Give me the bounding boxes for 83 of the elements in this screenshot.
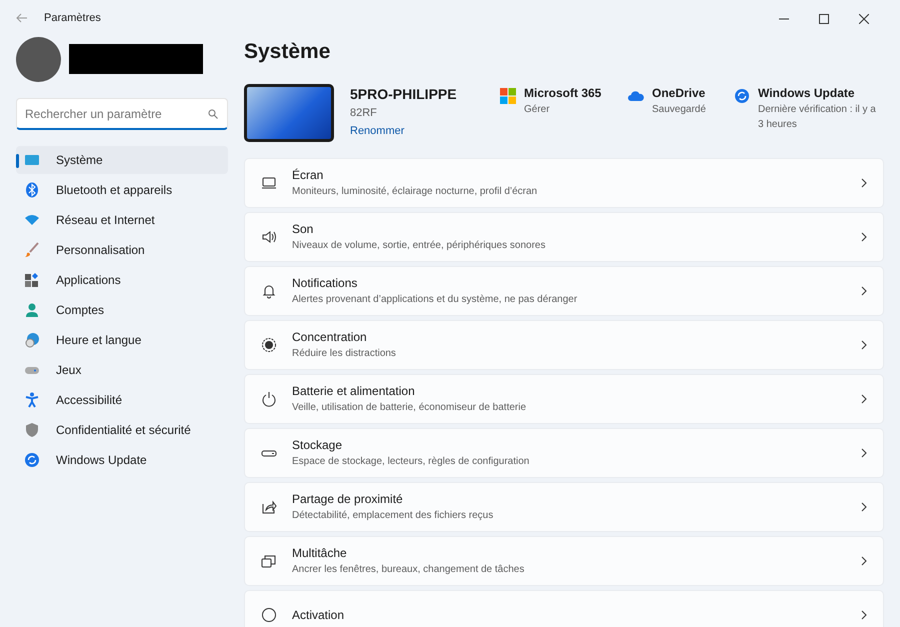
chevron-right-icon [861, 232, 867, 242]
quick-link-status: Sauvegardé [652, 102, 706, 116]
bell-icon [261, 282, 277, 298]
search-icon[interactable] [208, 109, 218, 119]
sidebar-item[interactable]: Jeux [16, 356, 228, 384]
bluetooth-icon [24, 182, 40, 198]
power-icon [261, 390, 277, 406]
monitor-icon [24, 152, 40, 168]
sidebar-item[interactable]: Bluetooth et appareils [16, 176, 228, 204]
windows-stack-icon [261, 552, 277, 568]
globe-clock-icon [24, 332, 40, 348]
focus-icon [261, 336, 277, 352]
sidebar-item[interactable]: Applications [16, 266, 228, 294]
chevron-right-icon [861, 448, 867, 458]
sync-icon [24, 452, 40, 468]
settings-card[interactable]: Son Niveaux de volume, sortie, entrée, périphériques sonores [244, 212, 884, 262]
setting-description: Niveaux de volume, sortie, entrée, périphériques sonores [292, 239, 546, 253]
settings-card[interactable]: Écran Moniteurs, luminosité, éclairage nocturne, profil d’écran [244, 158, 884, 208]
setting-title: Multitâche [292, 545, 348, 562]
search-field[interactable]: Rechercher un paramètre [16, 98, 228, 130]
setting-title: Batterie et alimentation [292, 383, 416, 400]
setting-title: Activation [292, 606, 346, 624]
setting-title: Son [292, 221, 314, 238]
setting-description: Alertes provenant d’applications et du système, ne pas déranger [292, 293, 578, 307]
close-icon[interactable] [859, 14, 869, 24]
setting-title: Notifications [292, 275, 358, 292]
sidebar-item[interactable]: Personnalisation [16, 236, 228, 264]
person-icon [24, 302, 40, 318]
rename-link[interactable]: Renommer [350, 125, 404, 137]
wifi-icon [24, 212, 40, 228]
page-title: Système [244, 39, 332, 65]
avatar-placeholder[interactable] [16, 36, 61, 82]
device-model: 82RF [350, 106, 378, 120]
check-circle-icon [261, 606, 277, 622]
chevron-right-icon [861, 178, 867, 188]
setting-title: Concentration [292, 329, 368, 346]
setting-title: Stockage [292, 437, 344, 454]
chevron-right-icon [861, 394, 867, 404]
quick-link-title[interactable]: Microsoft 365 [524, 84, 602, 102]
four-squares-icon[interactable] [500, 88, 516, 104]
chevron-right-icon [861, 556, 867, 566]
sidebar-item[interactable]: Heure et langue [16, 326, 228, 354]
settings-card[interactable]: Notifications Alertes provenant d’applications et du système, ne pas déranger [244, 266, 884, 316]
accessibility-icon [24, 392, 40, 408]
setting-title: Partage de proximité [292, 491, 404, 508]
sidebar-item[interactable]: Confidentialité et sécurité [16, 416, 228, 444]
quick-link-title[interactable]: Windows Update [758, 84, 884, 102]
sidebar-item[interactable]: Réseau et Internet [16, 206, 228, 234]
settings-card[interactable]: Stockage Espace de stockage, lecteurs, règles de configuration [244, 428, 884, 478]
settings-card[interactable]: Multitâche Ancrer les fenêtres, bureaux, changement de tâches [244, 536, 884, 586]
settings-card[interactable]: Batterie et alimentation Veille, utilisation de batterie, économiseur de batterie [244, 374, 884, 424]
maximize-icon[interactable] [819, 14, 829, 24]
sidebar-item[interactable]: Système [16, 146, 228, 174]
setting-description: Moniteurs, luminosité, éclairage nocturne, profil d’écran [292, 185, 538, 199]
sidebar-item[interactable]: Accessibilité [16, 386, 228, 414]
setting-description: Réduire les distractions [292, 347, 397, 361]
setting-description: Espace de stockage, lecteurs, règles de configuration [292, 455, 530, 469]
back-arrow-icon[interactable] [16, 13, 28, 23]
chevron-right-icon [861, 610, 867, 620]
settings-card[interactable]: Activation [244, 590, 884, 627]
settings-card[interactable]: Concentration Réduire les distractions [244, 320, 884, 370]
chevron-right-icon [861, 502, 867, 512]
setting-title: Écran [292, 167, 324, 184]
paintbrush-icon [24, 242, 40, 258]
apps-icon [24, 272, 40, 288]
setting-description: Détectabilité, emplacement des fichiers reçus [292, 509, 494, 523]
speaker-icon [261, 228, 277, 244]
setting-description: Ancrer les fenêtres, bureaux, changement de tâches [292, 563, 526, 577]
sidebar-item[interactable]: Comptes [16, 296, 228, 324]
setting-description: Veille, utilisation de batterie, économiseur de batterie [292, 401, 528, 415]
chevron-right-icon [861, 286, 867, 296]
settings-card[interactable]: Partage de proximité Détectabilité, emplacement des fichiers reçus [244, 482, 884, 532]
laptop-icon [261, 174, 277, 190]
chevron-right-icon [861, 340, 867, 350]
window-title: Paramètres [44, 10, 101, 26]
quick-link-status: Gérer [524, 102, 551, 116]
quick-link-status: Dernière vérification : il y a 3 heures [758, 102, 877, 132]
sidebar-item[interactable]: Windows Update [16, 446, 228, 474]
device-name: 5PRO-PHILIPPE [350, 84, 458, 104]
share-icon [261, 498, 277, 514]
shield-icon [24, 422, 40, 438]
quick-link-title[interactable]: OneDrive [652, 84, 706, 102]
sync-icon[interactable] [734, 88, 750, 104]
